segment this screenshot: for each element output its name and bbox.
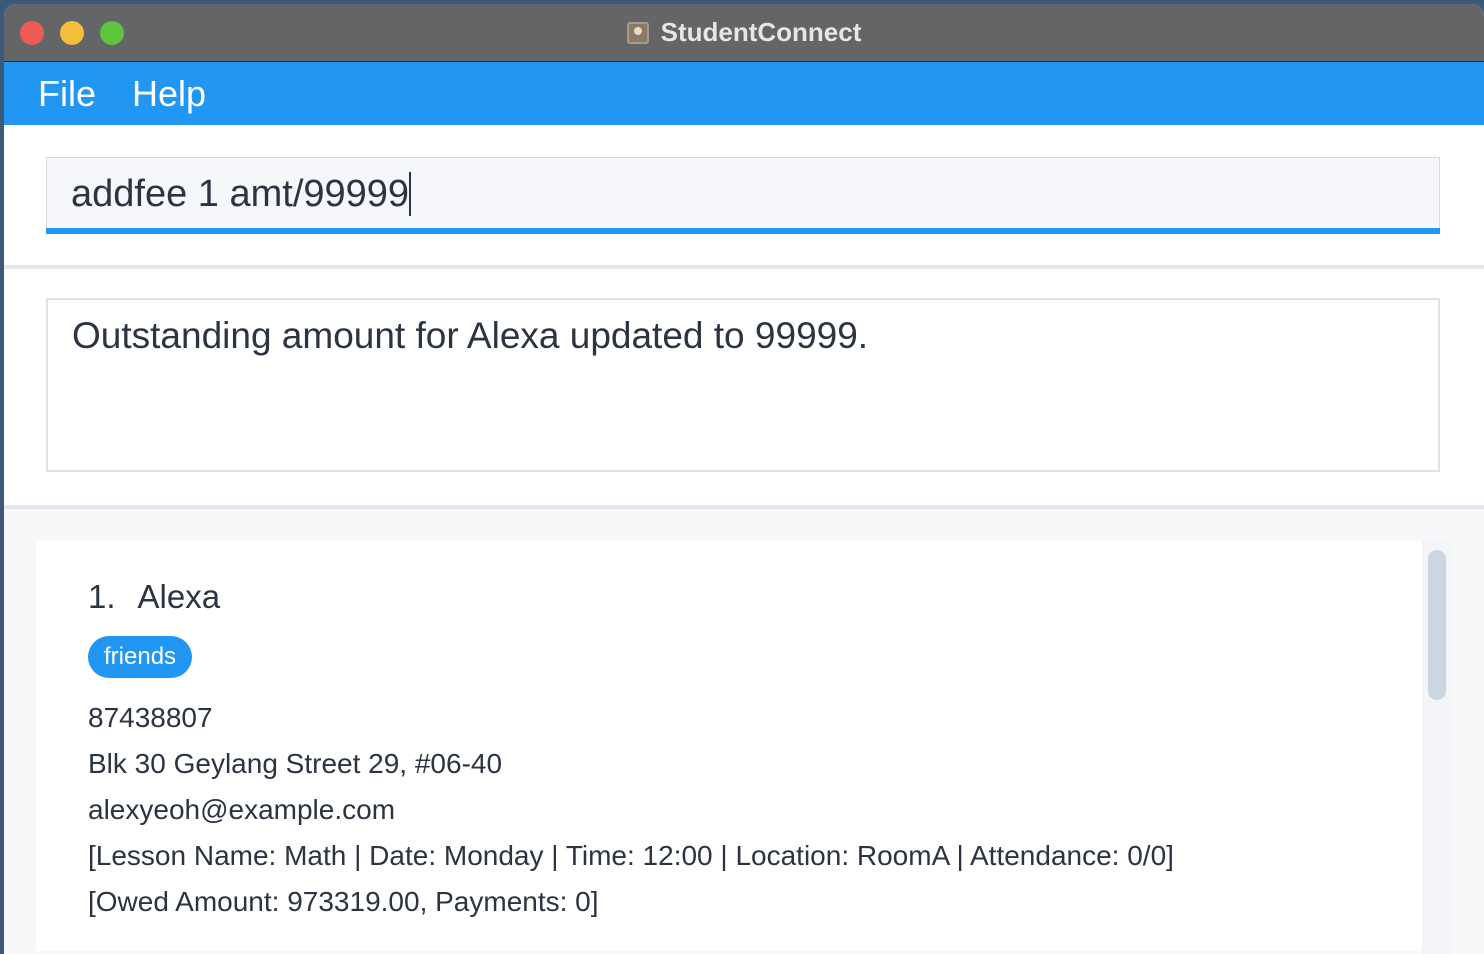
list-scrollbar[interactable] [1422, 541, 1452, 954]
menu-bar: File Help [4, 62, 1484, 125]
command-input-focus-underline [46, 228, 1440, 234]
window-title: StudentConnect [660, 17, 862, 47]
result-display-section: Outstanding amount for Alexa updated to … [4, 269, 1484, 509]
menu-file[interactable]: File [38, 74, 96, 114]
person-lessons: [Lesson Name: Math | Date: Monday | Time… [88, 840, 1174, 871]
tag-badge: friends [88, 636, 193, 678]
person-list-panel: 1. Alexa friends 87438807 Blk 30 Geylang … [4, 509, 1484, 954]
person-card[interactable]: 1. Alexa friends 87438807 Blk 30 Geylang … [36, 541, 1422, 951]
app-window: StudentConnect File Help addfee 1 amt/99… [4, 4, 1484, 954]
scrollbar-thumb[interactable] [1428, 550, 1446, 700]
person-index: 1. [88, 578, 116, 615]
title-bar[interactable]: StudentConnect [4, 4, 1484, 62]
command-input-value: addfee 1 amt/99999 [71, 173, 410, 215]
result-message: Outstanding amount for Alexa updated to … [72, 315, 869, 356]
command-box-section: addfee 1 amt/99999 [4, 125, 1484, 269]
app-icon [626, 21, 649, 44]
person-email: alexyeoh@example.com [88, 794, 396, 825]
person-header: 1. Alexa [88, 577, 220, 617]
person-name: Alexa [137, 578, 221, 615]
text-caret [409, 172, 412, 216]
menu-help[interactable]: Help [132, 74, 206, 114]
command-input-text: addfee 1 amt/99999 [71, 172, 412, 216]
result-display[interactable]: Outstanding amount for Alexa updated to … [46, 298, 1440, 472]
person-fees: [Owed Amount: 973319.00, Payments: 0] [88, 886, 599, 917]
title-container: StudentConnect [4, 4, 1484, 61]
command-input[interactable]: addfee 1 amt/99999 [46, 157, 1440, 229]
person-phone: 87438807 [88, 702, 213, 733]
person-address: Blk 30 Geylang Street 29, #06-40 [88, 748, 503, 779]
